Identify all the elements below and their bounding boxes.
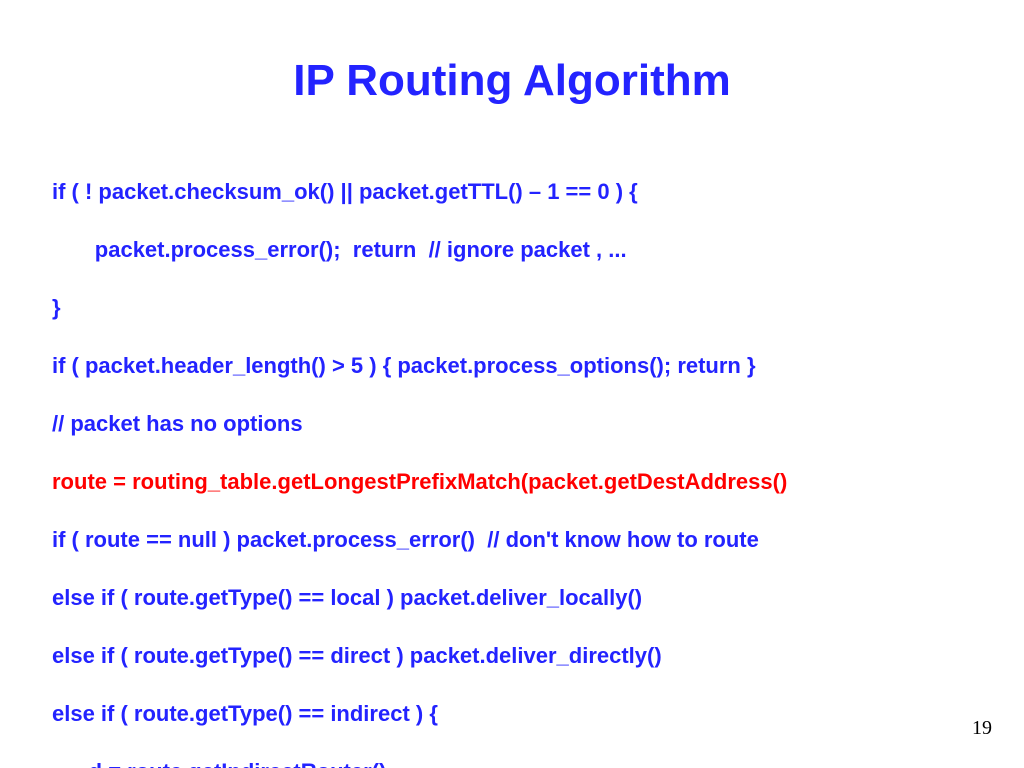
code-line: else if ( route.getType() == local ) pac… bbox=[52, 583, 992, 612]
code-line: if ( ! packet.checksum_ok() || packet.ge… bbox=[52, 177, 992, 206]
slide: IP Routing Algorithm if ( ! packet.check… bbox=[0, 0, 1024, 768]
code-line: else if ( route.getType() == indirect ) … bbox=[52, 699, 992, 728]
code-line: d = route.getIndirectRouter() bbox=[52, 757, 992, 768]
code-line: // packet has no options bbox=[52, 409, 992, 438]
slide-title: IP Routing Algorithm bbox=[0, 56, 1024, 106]
code-line-highlight: route = routing_table.getLongestPrefixMa… bbox=[52, 467, 992, 496]
code-line: } bbox=[52, 293, 992, 322]
page-number: 19 bbox=[972, 717, 992, 740]
code-line: else if ( route.getType() == direct ) pa… bbox=[52, 641, 992, 670]
code-line: packet.process_error(); return // ignore… bbox=[52, 235, 992, 264]
code-block: if ( ! packet.checksum_ok() || packet.ge… bbox=[52, 148, 992, 768]
code-line: if ( packet.header_length() > 5 ) { pack… bbox=[52, 351, 992, 380]
code-line: if ( route == null ) packet.process_erro… bbox=[52, 525, 992, 554]
